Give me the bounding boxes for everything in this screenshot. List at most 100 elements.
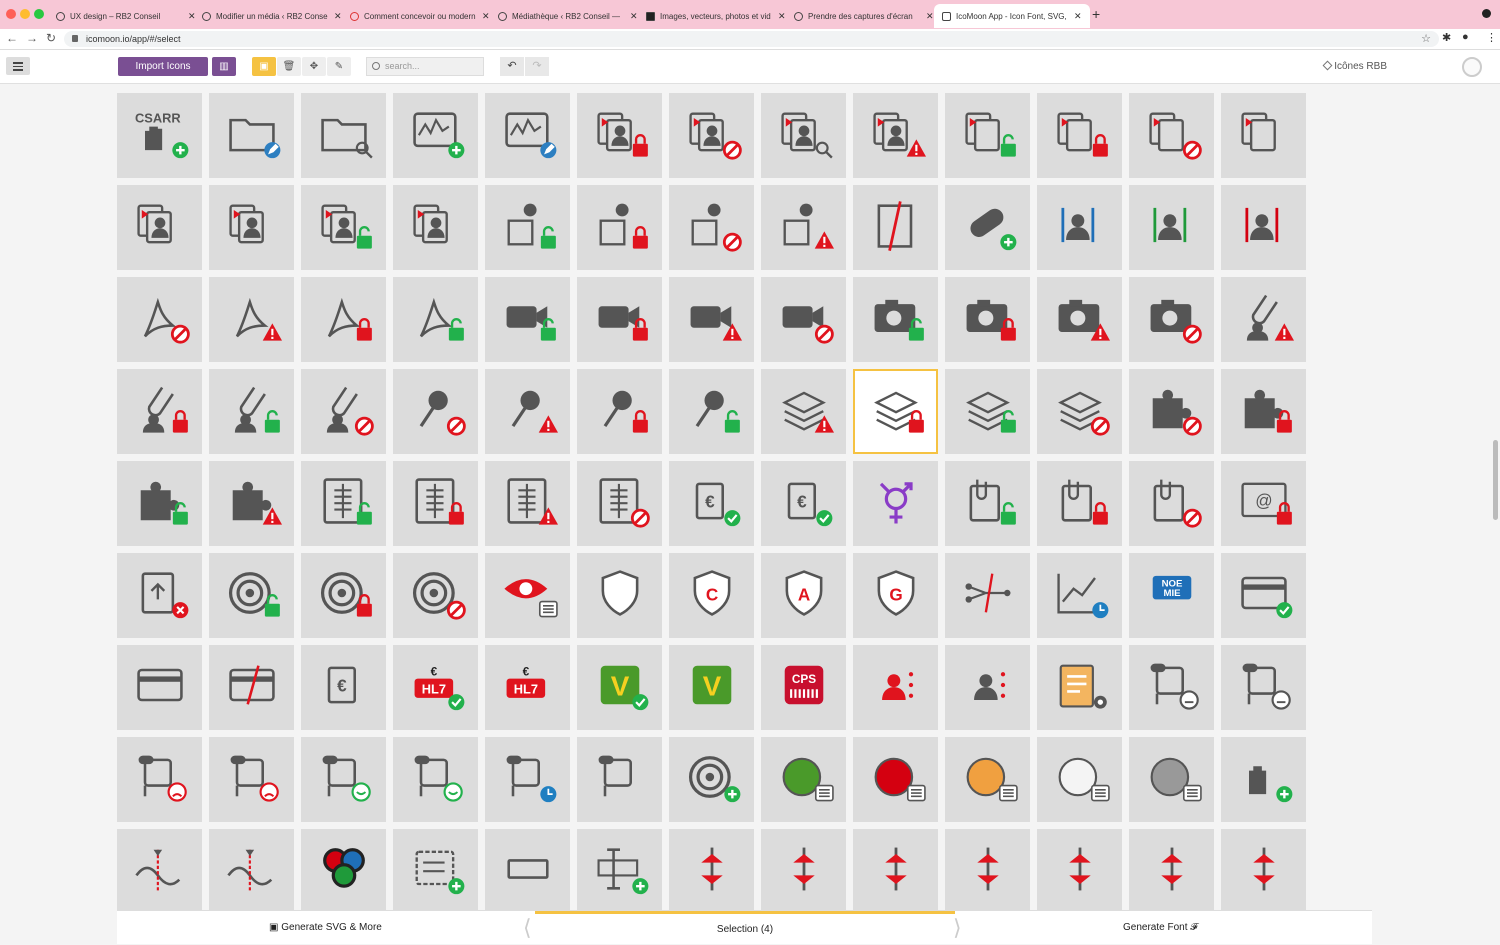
import-icons-button[interactable]: Import Icons — [118, 57, 208, 76]
icon-cell[interactable] — [1221, 369, 1306, 454]
icon-cell[interactable] — [209, 553, 294, 638]
icon-cell[interactable] — [301, 829, 386, 914]
icon-cell[interactable] — [301, 737, 386, 822]
icon-cell[interactable] — [669, 277, 754, 362]
icon-cell[interactable] — [1221, 553, 1306, 638]
browser-tab[interactable]: Modifier un média ‹ RB2 Conseil ✕ — [194, 4, 350, 28]
icon-cell[interactable] — [669, 369, 754, 454]
icon-cell[interactable] — [117, 277, 202, 362]
icon-cell[interactable] — [1037, 553, 1122, 638]
icon-cell[interactable] — [945, 461, 1030, 546]
icon-cell[interactable] — [393, 461, 478, 546]
icon-cell[interactable] — [485, 185, 570, 270]
icon-cell[interactable] — [209, 829, 294, 914]
icon-cell[interactable]: CPS — [761, 645, 846, 730]
selection-tab[interactable]: Selection (4) — [535, 911, 955, 945]
profile-icon[interactable]: ● — [1462, 31, 1469, 43]
menu-button[interactable] — [6, 57, 30, 75]
icon-cell[interactable] — [945, 93, 1030, 178]
icon-cell[interactable] — [1221, 645, 1306, 730]
icon-cell[interactable] — [485, 93, 570, 178]
icon-cell[interactable]: CSARR — [117, 93, 202, 178]
close-tab-icon[interactable]: ✕ — [334, 11, 342, 22]
icon-cell[interactable] — [669, 737, 754, 822]
icon-cell[interactable] — [209, 277, 294, 362]
browser-tab-active[interactable]: IcoMoon App - Icon Font, SVG, ✕ — [934, 4, 1090, 28]
icon-cell[interactable]: V — [577, 645, 662, 730]
icon-cell[interactable] — [945, 829, 1030, 914]
record-icon[interactable] — [1482, 9, 1491, 18]
icon-cell[interactable] — [761, 829, 846, 914]
icon-cell[interactable] — [485, 369, 570, 454]
back-icon[interactable]: ← — [6, 31, 18, 45]
undo-button[interactable]: ↶ — [500, 57, 524, 76]
icon-cell[interactable] — [393, 369, 478, 454]
icon-cell[interactable] — [117, 369, 202, 454]
close-window-icon[interactable] — [6, 9, 16, 19]
icon-cell[interactable] — [669, 185, 754, 270]
icon-cell[interactable] — [209, 185, 294, 270]
icon-cell[interactable] — [1221, 185, 1306, 270]
icon-cell[interactable] — [1037, 829, 1122, 914]
forward-icon[interactable]: → — [26, 31, 38, 45]
close-tab-icon[interactable]: ✕ — [630, 11, 638, 22]
icon-cell[interactable] — [209, 645, 294, 730]
icon-cell[interactable] — [1037, 645, 1122, 730]
icon-cell[interactable] — [209, 461, 294, 546]
icon-cell[interactable]: € — [669, 461, 754, 546]
icon-cell[interactable] — [1221, 93, 1306, 178]
icon-cell[interactable]: C — [669, 553, 754, 638]
select-tool-button[interactable]: ▣ — [252, 57, 276, 76]
icon-cell[interactable] — [1037, 277, 1122, 362]
icon-cell[interactable] — [853, 185, 938, 270]
icon-cell[interactable] — [301, 93, 386, 178]
icon-cell[interactable] — [853, 829, 938, 914]
star-icon[interactable]: ☆ — [1421, 31, 1431, 47]
browser-tab[interactable]: UX design – RB2 Conseil ✕ — [48, 4, 204, 28]
icon-cell[interactable]: HL7 € — [485, 645, 570, 730]
icon-cell[interactable] — [761, 737, 846, 822]
icon-cell[interactable] — [393, 737, 478, 822]
close-tab-icon[interactable]: ✕ — [1074, 11, 1082, 22]
icon-cell[interactable] — [209, 737, 294, 822]
new-tab-icon[interactable]: + — [1092, 6, 1100, 22]
icon-cell[interactable] — [761, 185, 846, 270]
icon-cell[interactable] — [485, 277, 570, 362]
icon-cell[interactable] — [1037, 93, 1122, 178]
icon-cell[interactable] — [301, 461, 386, 546]
icon-cell[interactable] — [945, 645, 1030, 730]
url-field[interactable]: icomoon.io/app/#/select ☆ — [64, 31, 1439, 47]
icon-cell[interactable] — [301, 277, 386, 362]
icon-cell[interactable] — [577, 277, 662, 362]
icon-cell[interactable] — [117, 185, 202, 270]
icon-cell[interactable] — [577, 93, 662, 178]
icon-cell[interactable] — [1037, 369, 1122, 454]
icon-cell[interactable] — [393, 553, 478, 638]
icon-cell[interactable] — [485, 829, 570, 914]
redo-button[interactable]: ↷ — [525, 57, 549, 76]
browser-tab[interactable]: Images, vecteurs, photos et vid ✕ — [638, 4, 794, 28]
icon-cell[interactable] — [485, 461, 570, 546]
icon-cell[interactable] — [577, 737, 662, 822]
browser-tab[interactable]: Médiathèque ‹ RB2 Conseil — ✕ — [490, 4, 646, 28]
icon-cell[interactable] — [945, 277, 1030, 362]
icon-cell[interactable]: A — [761, 553, 846, 638]
icon-cell[interactable] — [577, 553, 662, 638]
icon-cell[interactable] — [1129, 93, 1214, 178]
icon-cell[interactable] — [1129, 277, 1214, 362]
icon-cell[interactable] — [853, 369, 938, 454]
icon-cell[interactable]: G — [853, 553, 938, 638]
icon-cell[interactable] — [485, 553, 570, 638]
close-tab-icon[interactable]: ✕ — [926, 11, 934, 22]
reload-icon[interactable]: ↻ — [46, 31, 56, 45]
more-icon[interactable]: ⋮ — [1486, 31, 1497, 44]
icon-cell[interactable] — [761, 277, 846, 362]
icon-cell[interactable] — [577, 829, 662, 914]
icon-cell[interactable] — [117, 645, 202, 730]
icon-cell[interactable] — [209, 93, 294, 178]
icon-cell[interactable] — [1037, 461, 1122, 546]
icon-cell[interactable] — [1129, 461, 1214, 546]
icon-cell[interactable] — [853, 93, 938, 178]
icon-cell[interactable] — [301, 553, 386, 638]
icon-cell[interactable] — [1221, 737, 1306, 822]
